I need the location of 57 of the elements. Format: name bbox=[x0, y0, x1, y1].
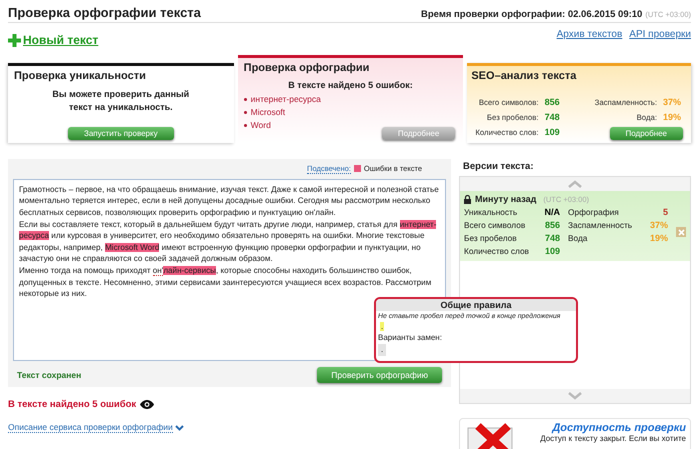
bullet-icon bbox=[244, 98, 247, 101]
stat-value: 748 bbox=[544, 232, 560, 245]
stat-value: 109 bbox=[544, 245, 560, 258]
card-message: Вы можете проверить данный текст на уникальность. bbox=[51, 88, 190, 114]
eye-icon[interactable] bbox=[140, 400, 154, 409]
stat-label: Заспамленность bbox=[568, 219, 634, 232]
card-title: Проверка уникальности bbox=[14, 70, 147, 82]
stat-label: Всего символов bbox=[464, 219, 526, 232]
highlighted-char: . bbox=[380, 322, 384, 331]
stat-value: 748 bbox=[544, 111, 561, 124]
scroll-up-button[interactable] bbox=[460, 177, 690, 191]
stat-label: Вода bbox=[568, 232, 588, 245]
error-word[interactable]: Word bbox=[250, 119, 271, 132]
promo-title: Доступность проверки bbox=[550, 422, 686, 434]
promo-text: Доступ к тексту закрыт. Если вы хотите bbox=[539, 434, 686, 443]
error-summary: В тексте найдено 5 ошибок: bbox=[287, 80, 414, 90]
result-text: В тексте найдено 5 ошибок bbox=[8, 399, 136, 410]
error-swatch-icon bbox=[354, 165, 361, 172]
stat-value: 109 bbox=[544, 126, 561, 139]
save-status: Текст сохранен bbox=[17, 370, 82, 380]
chevron-down-icon[interactable] bbox=[174, 424, 184, 430]
page-title: Проверка орфографии текста bbox=[8, 5, 201, 20]
bullet-icon bbox=[244, 111, 247, 114]
chevron-up-icon[interactable] bbox=[568, 180, 582, 188]
replacements-label: Варианты замен: bbox=[377, 332, 443, 342]
error-word[interactable]: Microsoft bbox=[250, 106, 286, 119]
versions-title: Версии текста: bbox=[463, 161, 534, 172]
replacement-option[interactable]: . bbox=[378, 344, 386, 356]
stat-value: N/A bbox=[544, 206, 560, 219]
stat-value: 856 bbox=[544, 219, 560, 232]
nav-link[interactable]: Архив текстов bbox=[556, 29, 622, 40]
stat-label: Без пробелов bbox=[464, 232, 518, 245]
stat-value: 19% bbox=[663, 111, 682, 124]
card-title: SEO–анализ текста bbox=[471, 70, 578, 82]
card-button[interactable]: Запустить проверку bbox=[68, 127, 174, 140]
stat-value: 37% bbox=[648, 219, 668, 232]
stat-value: 856 bbox=[544, 96, 561, 109]
card-title: Проверка орфографии bbox=[244, 62, 370, 74]
bullet-icon bbox=[244, 124, 247, 127]
stat-label: Количество слов bbox=[464, 245, 530, 258]
scroll-down-button[interactable] bbox=[460, 389, 690, 403]
error-word[interactable]: интернет-ресурса bbox=[250, 93, 321, 106]
stat-label: Уникальность bbox=[464, 206, 518, 219]
version-time: Минуту назад bbox=[475, 194, 536, 204]
description-link[interactable]: Описание сервиса проверки орфографии bbox=[8, 422, 173, 433]
stat-value: 37% bbox=[663, 96, 682, 109]
stat-value: 5 bbox=[662, 206, 668, 219]
check-time: Время проверки орфографии: 02.06.2015 09:10 bbox=[421, 9, 642, 20]
plus-icon[interactable] bbox=[8, 34, 21, 46]
popup-title: Общие правила bbox=[376, 299, 576, 311]
stat-value: 19% bbox=[648, 232, 668, 245]
nav-link[interactable]: API проверки bbox=[629, 29, 691, 40]
card-button[interactable]: Подробнее bbox=[610, 127, 684, 140]
stat-label: Орфография bbox=[568, 206, 620, 219]
check-spelling-button[interactable]: Проверить орфографию bbox=[317, 367, 442, 383]
delete-button[interactable] bbox=[676, 227, 686, 237]
new-text-link[interactable]: Новый текст bbox=[23, 33, 98, 47]
